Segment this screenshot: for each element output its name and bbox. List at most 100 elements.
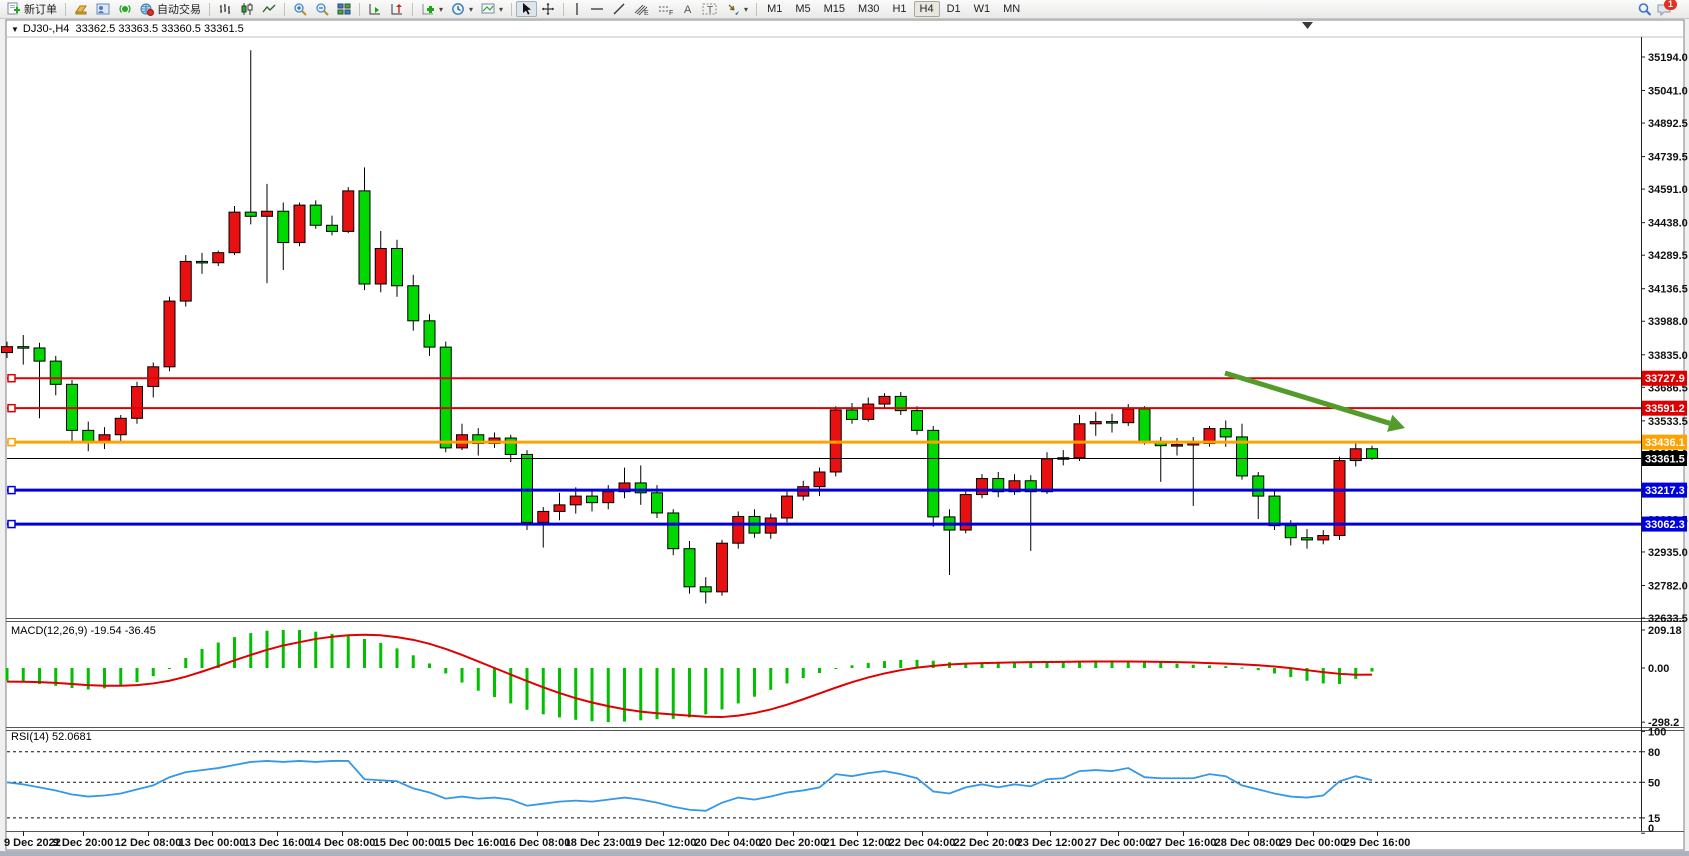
separator [756,3,757,16]
level-price-badge[interactable]: 33436.1 [1642,435,1687,450]
candlestick-chart-button[interactable] [236,1,258,17]
trendline-button[interactable] [608,1,630,17]
price-badge-label: 33062.3 [1645,519,1685,531]
macd-tick [1641,722,1645,723]
timeframe-button-w1[interactable]: W1 [968,1,997,17]
svg-text:T: T [707,5,713,16]
time-tick-label: 18 Dec 23:00 [565,837,632,849]
time-tick-label: 14 Dec 08:00 [309,837,376,849]
vertical-line-icon [572,2,582,16]
candle-body [245,212,256,216]
candle-body [700,587,711,592]
bar-chart-button[interactable] [214,1,236,17]
current-price-badge[interactable]: 33361.5 [1642,451,1687,466]
level-price-badge[interactable]: 33591.2 [1642,401,1687,416]
macd-histogram-bar [1224,666,1227,668]
time-tick-label: 13 Dec 00:00 [179,837,246,849]
timeframe-button-h4[interactable]: H4 [914,1,940,17]
chart-shift-button[interactable] [386,1,408,17]
timeframe-button-h1[interactable]: H1 [886,1,912,17]
navigator-button[interactable] [92,1,114,17]
timeframe-button-d1[interactable]: D1 [941,1,967,17]
tile-windows-button[interactable] [333,1,355,17]
macd-histogram-bar [883,661,886,668]
signals-button[interactable] [114,1,136,17]
candle-body [164,301,175,367]
arrows-button[interactable]: ▾ [722,1,752,17]
cursor-button[interactable] [516,1,537,17]
timeframe-button-m5[interactable]: M5 [789,1,816,17]
time-tick [1313,831,1314,836]
line-chart-button[interactable] [258,1,280,17]
time-tick-label: 29 Dec 00:00 [1280,837,1347,849]
timeframe-button-m15[interactable]: M15 [818,1,851,17]
price-badge-label: 33591.2 [1645,403,1685,415]
level-anchor [8,405,15,412]
vertical-line-button[interactable] [568,1,586,17]
time-tick-label: 20 Dec 20:00 [760,837,827,849]
separator [284,3,285,16]
auto-scroll-icon [368,2,382,16]
macd-histogram-bar [786,668,789,683]
macd-histogram-bar [6,668,9,681]
candle-body [879,396,890,404]
horizontal-line-button[interactable] [586,1,608,17]
price-tick [1641,585,1645,586]
level-price-badge[interactable]: 33727.9 [1642,371,1687,386]
chevron-down-icon: ▾ [499,5,503,14]
price-tick-label: 35194.0 [1648,52,1688,64]
crosshair-icon [541,2,555,16]
time-tick [148,831,149,836]
candle-body [213,253,224,263]
separator [563,3,564,16]
market-watch-button[interactable] [70,1,92,17]
text-label-button[interactable]: T [698,1,722,17]
macd-histogram-bar [769,668,772,690]
candle-body [684,549,695,587]
macd-tick [1641,629,1645,630]
candle-body [180,261,191,301]
macd-histogram-bar [477,668,480,691]
candle-body [733,516,744,543]
indicators-button[interactable]: ▾ [417,1,447,17]
autotrading-button[interactable]: 自动交易 [136,1,205,17]
time-tick [407,831,408,836]
arrows-icon [726,2,740,16]
zoom-in-button[interactable] [289,1,311,17]
zoom-out-button[interactable] [311,1,333,17]
fibonacci-button[interactable]: E [630,1,654,17]
panel-separator [6,727,1684,728]
search-button[interactable] [1633,1,1656,17]
trendline-icon [612,2,626,16]
time-tick [277,831,278,836]
level-price-badge[interactable]: 33217.3 [1642,483,1687,498]
chat-button[interactable]: 1 [1656,2,1672,17]
macd-tick-label: 209.18 [1648,625,1682,637]
candle-body [1139,409,1150,442]
timeframe-button-m30[interactable]: M30 [852,1,885,17]
macd-histogram-bar [591,668,594,721]
new-order-button[interactable]: 新订单 [3,1,61,17]
separator [65,3,66,16]
templates-button[interactable]: ▾ [477,1,507,17]
timeframe-button-mn[interactable]: MN [997,1,1026,17]
macd-histogram-bar [363,639,366,668]
candle-body [1318,536,1329,540]
chart-canvas[interactable]: 35194.035041.034892.534739.534591.034438… [0,0,1689,856]
chart-title-bar[interactable]: ▼DJ30-,H4 33362.5 33363.5 33360.5 33361.… [11,23,244,35]
crosshair-button[interactable] [537,1,559,17]
candlestick-chart-icon [240,2,254,16]
auto-scroll-button[interactable] [364,1,386,17]
signals-icon [118,2,132,16]
text-button[interactable]: A [678,1,698,17]
candle-body [359,191,370,284]
macd-histogram-bar [298,630,301,668]
periods-button[interactable]: ▾ [447,1,477,17]
timeframe-button-m1[interactable]: M1 [761,1,788,17]
macd-histogram-bar [412,655,415,668]
candle-body [148,367,159,387]
channel-button[interactable]: F [654,1,678,17]
level-price-badge[interactable]: 33062.3 [1642,517,1687,532]
price-badge-label: 33361.5 [1645,454,1685,466]
candle-body [652,493,663,513]
